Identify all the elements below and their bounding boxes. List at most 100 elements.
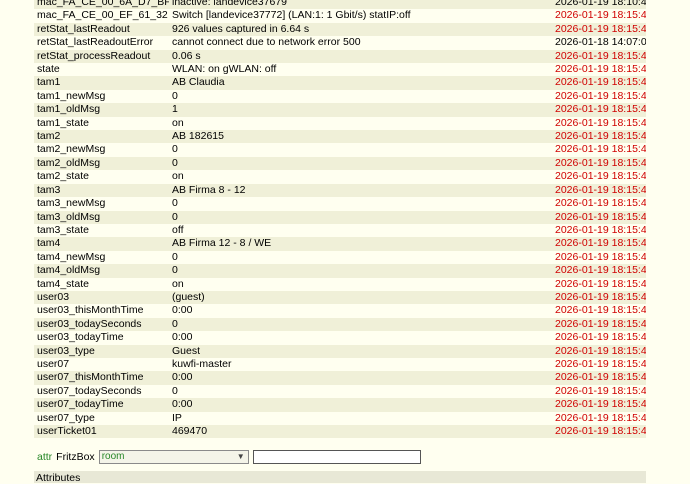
reading-name[interactable]: userTicket01 <box>34 425 169 438</box>
reading-name[interactable]: tam3_state <box>34 224 169 237</box>
reading-name[interactable]: tam4_newMsg <box>34 251 169 264</box>
reading-timestamp: 2026-01-19 18:15:46 <box>555 9 646 22</box>
reading-name[interactable]: user07_type <box>34 412 169 425</box>
reading-value: on <box>172 116 184 129</box>
reading-row: user07_type IP 2026-01-19 18:15:46 <box>34 411 646 425</box>
reading-name[interactable]: user07_todaySeconds <box>34 385 169 398</box>
reading-name[interactable]: retStat_lastReadoutError <box>34 36 169 49</box>
reading-name[interactable]: tam3_newMsg <box>34 197 169 210</box>
reading-value: 469470 <box>172 425 208 437</box>
reading-timestamp: 2026-01-19 18:15:46 <box>555 22 646 35</box>
reading-name[interactable]: tam1_oldMsg <box>34 103 169 116</box>
readings-body: mac_FA_CE_00_6A_D7_BF inactive: landevice… <box>34 0 646 439</box>
reading-timestamp: 2026-01-19 18:15:46 <box>555 344 646 357</box>
reading-name[interactable]: tam2_newMsg <box>34 143 169 156</box>
reading-name[interactable]: tam4_oldMsg <box>34 264 169 277</box>
reading-name[interactable]: user07 <box>34 358 169 371</box>
reading-timestamp: 2026-01-19 18:15:46 <box>555 116 646 129</box>
reading-timestamp: 2026-01-19 18:15:46 <box>555 210 646 223</box>
reading-name[interactable]: mac_FA_CE_00_EF_61_32 <box>34 9 169 22</box>
reading-name[interactable]: user03_type <box>34 345 169 358</box>
reading-name[interactable]: tam1_newMsg <box>34 90 169 103</box>
reading-timestamp: 2026-01-19 18:15:46 <box>555 89 646 102</box>
reading-name[interactable]: mac_FA_CE_00_6A_D7_BF <box>34 0 169 9</box>
reading-row: user03_todayTime 0:00 2026-01-19 18:15:46 <box>34 331 646 345</box>
reading-value: 0:00 <box>172 371 193 384</box>
reading-timestamp: 2026-01-19 18:15:46 <box>555 156 646 169</box>
reading-timestamp: 2026-01-19 18:15:46 <box>555 63 646 76</box>
reading-name[interactable]: user03_todaySeconds <box>34 318 169 331</box>
reading-value: AB 182615 <box>172 130 224 143</box>
reading-name[interactable]: tam2_oldMsg <box>34 157 169 170</box>
reading-row: user07_todayTime 0:00 2026-01-19 18:15:46 <box>34 398 646 412</box>
reading-row: tam1_state on 2026-01-19 18:15:46 <box>34 116 646 131</box>
reading-row: mac_FA_CE_00_EF_61_32 Switch [landevice37… <box>34 9 646 23</box>
reading-value: inactive: landevice37679 <box>172 0 287 8</box>
reading-name[interactable]: tam4_state <box>34 278 169 291</box>
reading-timestamp: 2026-01-19 18:15:46 <box>555 183 646 196</box>
reading-name[interactable]: retStat_processReadout <box>34 50 169 63</box>
reading-value: 0 <box>172 250 178 263</box>
reading-value: 0 <box>172 197 178 210</box>
reading-timestamp: 2026-01-19 18:10:46 <box>555 0 646 8</box>
attr-command-row: attr FritzBox room ▼ <box>37 449 421 465</box>
reading-name[interactable]: tam1 <box>34 76 169 89</box>
reading-row: tam1_oldMsg 1 2026-01-19 18:15:46 <box>34 103 646 117</box>
reading-value: 0 <box>172 143 178 156</box>
reading-name[interactable]: tam1_state <box>34 117 169 130</box>
reading-value: cannot connect due to network error 500 <box>172 36 361 49</box>
reading-name[interactable]: tam3_oldMsg <box>34 211 169 224</box>
reading-timestamp: 2026-01-19 18:15:46 <box>555 223 646 236</box>
reading-row: userTicket01 469470 2026-01-19 18:15:46 <box>34 425 646 439</box>
reading-value: 0 <box>172 317 178 330</box>
reading-row: mac_FA_CE_00_6A_D7_BF inactive: landevice… <box>34 0 646 10</box>
reading-row: user03_thisMonthTime 0:00 2026-01-19 18:15… <box>34 304 646 318</box>
attribute-select[interactable]: room ▼ <box>98 450 249 464</box>
reading-timestamp: 2026-01-19 18:15:46 <box>555 76 646 89</box>
reading-name[interactable]: user03_thisMonthTime <box>34 304 169 317</box>
reading-row: tam1_newMsg 0 2026-01-19 18:15:46 <box>34 89 646 104</box>
reading-name[interactable]: user07_todayTime <box>34 398 169 411</box>
reading-row: tam3_newMsg 0 2026-01-19 18:15:46 <box>34 197 646 211</box>
reading-row: user07_thisMonthTime 0:00 2026-01-19 18:15… <box>34 371 646 385</box>
reading-row: tam3 AB Firma 8 - 12 2026-01-19 18:15:46 <box>34 183 646 198</box>
reading-timestamp: 2026-01-19 18:15:46 <box>555 143 646 156</box>
reading-timestamp: 2026-01-19 18:15:46 <box>555 277 646 290</box>
reading-name[interactable]: user03 <box>34 291 169 304</box>
reading-timestamp: 2026-01-19 18:15:46 <box>555 384 646 397</box>
reading-row: user03_todaySeconds 0 2026-01-19 18:15:46 <box>34 317 646 332</box>
reading-value: 0 <box>172 264 178 277</box>
reading-timestamp: 2026-01-19 18:15:46 <box>555 103 646 116</box>
reading-row: tam4_oldMsg 0 2026-01-19 18:15:46 <box>34 264 646 278</box>
reading-timestamp: 2026-01-19 18:15:46 <box>555 49 646 62</box>
reading-name[interactable]: user07_thisMonthTime <box>34 371 169 384</box>
reading-timestamp: 2026-01-19 18:15:46 <box>555 130 646 143</box>
attr-link[interactable]: attr <box>37 451 52 463</box>
reading-timestamp: 2026-01-19 18:15:46 <box>555 197 646 210</box>
reading-name[interactable]: tam4 <box>34 237 169 250</box>
reading-row: state WLAN: on gWLAN: off 2026-01-19 18:15… <box>34 63 646 77</box>
reading-timestamp: 2026-01-18 14:07:01 <box>555 36 646 49</box>
reading-timestamp: 2026-01-19 18:15:46 <box>555 237 646 250</box>
reading-timestamp: 2026-01-19 18:15:46 <box>555 411 646 424</box>
reading-value: on <box>172 277 184 290</box>
reading-timestamp: 2026-01-19 18:15:46 <box>555 250 646 263</box>
reading-value: 0:00 <box>172 304 193 317</box>
reading-value: 0:00 <box>172 398 193 411</box>
reading-timestamp: 2026-01-19 18:15:46 <box>555 331 646 344</box>
reading-value: AB Firma 12 - 8 / WE <box>172 237 272 250</box>
reading-name[interactable]: tam2 <box>34 130 169 143</box>
reading-value: off <box>172 223 184 236</box>
reading-timestamp: 2026-01-19 18:15:46 <box>555 425 646 437</box>
reading-row: tam1 AB Claudia 2026-01-19 18:15:46 <box>34 76 646 90</box>
reading-row: user07_todaySeconds 0 2026-01-19 18:15:46 <box>34 384 646 399</box>
reading-timestamp: 2026-01-19 18:15:46 <box>555 398 646 411</box>
reading-name[interactable]: user03_todayTime <box>34 331 169 344</box>
attribute-value-input[interactable] <box>252 450 421 464</box>
reading-value: Guest <box>172 344 201 357</box>
reading-name[interactable]: retStat_lastReadout <box>34 23 169 36</box>
reading-value: AB Firma 8 - 12 <box>172 183 246 196</box>
reading-name[interactable]: tam2_state <box>34 170 169 183</box>
reading-name[interactable]: state <box>34 63 169 76</box>
reading-name[interactable]: tam3 <box>34 184 169 197</box>
